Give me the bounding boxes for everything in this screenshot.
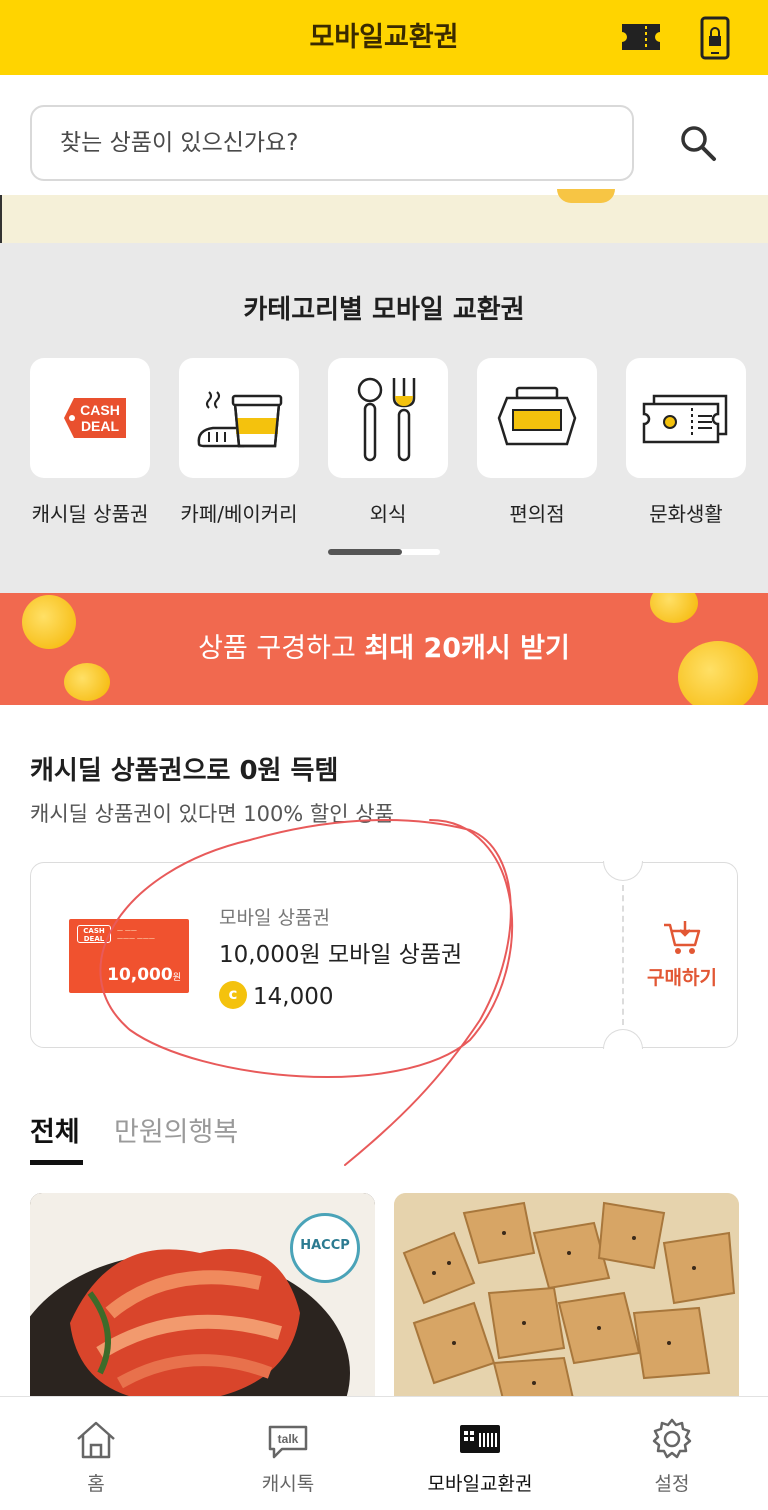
voucher-amount: 10,000원 xyxy=(107,965,181,985)
deal-category: 모바일 상품권 xyxy=(219,907,330,929)
product-card[interactable]: HACCP xyxy=(30,1193,375,1403)
category-item-culture[interactable]: 문화생활 xyxy=(611,358,761,527)
home-icon xyxy=(77,1421,115,1459)
nav-item-home[interactable]: 홈 xyxy=(0,1397,192,1510)
bottom-navigation: 홈 talk 캐시톡 모바일교환권 설정 xyxy=(0,1396,768,1510)
talk-icon: talk xyxy=(268,1425,308,1459)
promo-text: 상품 구경하고 최대 20캐시 받기 xyxy=(0,593,768,705)
cash-deal-logo: CASH DEAL xyxy=(77,925,111,943)
cash-deal-icon: CASH DEAL xyxy=(64,398,126,438)
buy-button-label: 구매하기 xyxy=(647,967,717,989)
culture-ticket-icon xyxy=(642,394,728,444)
haccp-badge: HACCP xyxy=(290,1213,360,1283)
deal-section-title: 캐시딜 상품권으로 0원 득템 xyxy=(30,756,339,786)
category-pager-thumb xyxy=(328,549,402,555)
category-label: 외식 xyxy=(369,502,407,526)
promo-text-plain: 상품 구경하고 xyxy=(198,633,365,664)
category-item-dining[interactable]: 외식 xyxy=(313,358,463,527)
svg-text:talk: talk xyxy=(278,1432,299,1446)
category-title: 카테고리별 모바일 교환권 xyxy=(243,295,525,325)
category-item-cafe-bakery[interactable]: 카페/베이커리 xyxy=(164,358,314,527)
voucher-thumbnail: CASH DEAL — —— ——— ——— 10,000원 xyxy=(69,919,189,993)
convenience-store-icon xyxy=(497,386,577,446)
tab-ten-thousand[interactable]: 만원의행복 xyxy=(114,1110,238,1149)
category-section: 카테고리별 모바일 교환권 CASH DEAL 캐시딜 상품권 카페/베이커리 … xyxy=(0,243,768,593)
promo-banner[interactable]: 상품 구경하고 최대 20캐시 받기 xyxy=(0,593,768,705)
ticket-notch xyxy=(603,861,643,881)
deal-price: c 14,000 xyxy=(219,981,333,1010)
ticket-divider xyxy=(622,885,624,1025)
tab-all[interactable]: 전체 xyxy=(30,1110,80,1149)
voucher-small-text: — —— ——— ——— xyxy=(117,927,155,942)
top-banner-strip[interactable] xyxy=(0,189,768,243)
svg-text:CASH: CASH xyxy=(80,402,120,418)
promo-text-bold: 최대 20캐시 받기 xyxy=(364,633,570,664)
ticket-notch xyxy=(603,1029,643,1049)
category-label: 캐시딜 상품권 xyxy=(31,502,149,526)
nav-label: 설정 xyxy=(654,1473,690,1495)
category-tile[interactable] xyxy=(328,358,448,478)
search-bar xyxy=(0,75,768,195)
nav-item-settings[interactable]: 설정 xyxy=(576,1397,768,1510)
category-tile[interactable] xyxy=(179,358,299,478)
category-tile[interactable]: CASH DEAL xyxy=(30,358,150,478)
gear-icon xyxy=(652,1418,692,1459)
cash-coin-icon: c xyxy=(219,981,247,1009)
nav-label: 홈 xyxy=(87,1473,105,1495)
dining-icon xyxy=(357,377,416,462)
nav-label: 모바일교환권 xyxy=(427,1473,533,1495)
category-tile[interactable] xyxy=(626,358,746,478)
category-label: 문화생활 xyxy=(649,502,723,526)
search-box[interactable] xyxy=(30,105,634,181)
phone-lock-icon[interactable] xyxy=(700,16,730,60)
gift-ticket-icon xyxy=(460,1425,500,1453)
product-image-crackers xyxy=(394,1193,739,1403)
app-header: 모바일교환권 xyxy=(0,0,768,75)
cafe-bakery-icon xyxy=(197,391,283,448)
buy-button[interactable]: 구매하기 xyxy=(626,919,738,990)
category-item-cash-deal[interactable]: CASH DEAL 캐시딜 상품권 xyxy=(15,358,165,527)
category-label: 편의점 xyxy=(509,502,565,526)
search-input[interactable] xyxy=(60,107,620,179)
category-label: 카페/베이커리 xyxy=(180,502,298,526)
coin-decoration xyxy=(557,189,615,203)
category-item-convenience-store[interactable]: 편의점 xyxy=(462,358,612,527)
nav-item-cash-talk[interactable]: talk 캐시톡 xyxy=(192,1397,384,1510)
nav-item-mobile-voucher[interactable]: 모바일교환권 xyxy=(384,1397,576,1510)
tab-active-indicator xyxy=(30,1160,83,1165)
deal-card[interactable]: CASH DEAL — —— ——— ——— 10,000원 모바일 상품권 10,… xyxy=(30,861,738,1049)
coupon-ticket-icon[interactable] xyxy=(620,20,662,54)
category-pager xyxy=(328,549,440,555)
deal-price-value: 14,000 xyxy=(253,984,334,1010)
search-icon[interactable] xyxy=(678,123,718,163)
category-tile[interactable] xyxy=(477,358,597,478)
deal-section-subtitle: 캐시딜 상품권이 있다면 100% 할인 상품 xyxy=(30,802,394,826)
nav-label: 캐시톡 xyxy=(261,1473,315,1495)
svg-text:DEAL: DEAL xyxy=(81,418,120,434)
product-card[interactable] xyxy=(394,1193,739,1403)
deal-product-name: 10,000원 모바일 상품권 xyxy=(219,942,463,968)
cart-icon xyxy=(664,921,701,954)
